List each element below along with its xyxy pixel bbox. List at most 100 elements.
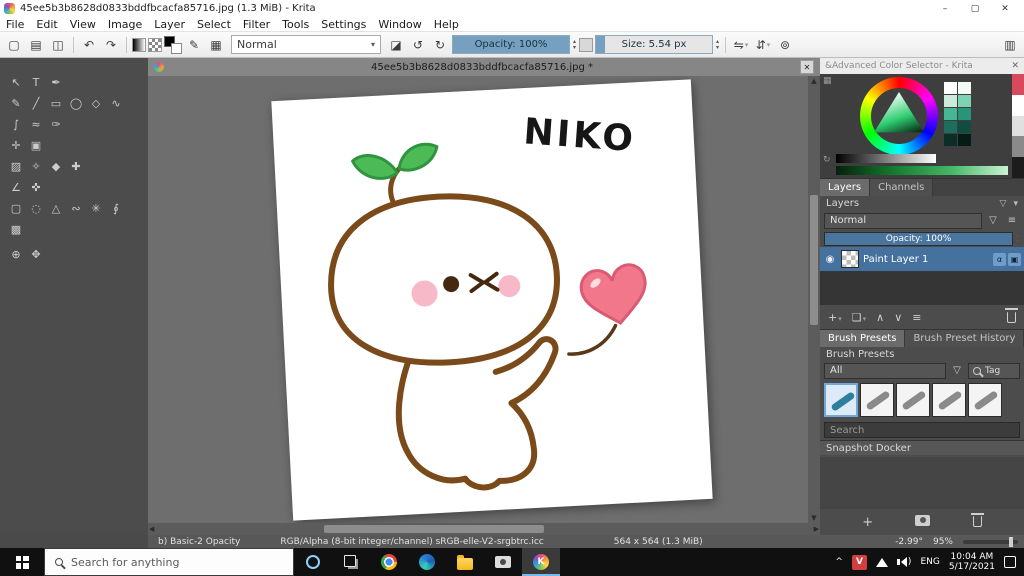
fg-bg-color-selector[interactable]	[164, 35, 182, 54]
opacity-slider[interactable]: Opacity: 100%	[452, 35, 570, 54]
ellipse-select-tool[interactable]: ◌	[26, 200, 46, 217]
canvas-viewport[interactable]: NIKO	[148, 76, 808, 523]
taskbar-search-input[interactable]: Search for anything	[44, 548, 294, 576]
color-triangle[interactable]	[874, 92, 924, 133]
edge-button[interactable]	[408, 548, 446, 576]
duplicate-layer-button[interactable]: ❏▾	[852, 311, 866, 324]
chrome-button[interactable]	[370, 548, 408, 576]
menu-item[interactable]: Filter	[237, 18, 276, 31]
tab-brush-presets[interactable]: Brush Presets	[820, 330, 906, 347]
delete-snapshot-button[interactable]	[970, 512, 984, 531]
layer-opacity-spinner[interactable]: ▴ ▾	[1015, 232, 1020, 245]
new-document-button[interactable]: ▢	[4, 35, 24, 55]
delete-layer-button[interactable]	[1005, 308, 1018, 326]
filter-icon[interactable]: ▽	[1000, 199, 1007, 209]
brush-size-slider[interactable]: Size: 5.54 px	[595, 35, 714, 54]
color-strip-segment[interactable]	[1012, 157, 1024, 178]
move-tool[interactable]: ✛	[6, 137, 26, 154]
move-layer-up-button[interactable]: ∧	[876, 311, 884, 324]
freehand-path-tool[interactable]: ≈	[26, 116, 46, 133]
crop-tool[interactable]: ▣	[26, 137, 46, 154]
menu-item[interactable]: Layer	[148, 18, 191, 31]
color-sampler-tool[interactable]: ✧	[26, 158, 46, 175]
color-swatch[interactable]	[944, 134, 957, 146]
polyline-tool[interactable]: ∿	[106, 95, 126, 112]
zoom-level-label[interactable]: 95%	[933, 537, 953, 547]
visibility-eye-icon[interactable]: ◉	[823, 254, 837, 265]
close-icon[interactable]: ✕	[1011, 61, 1019, 71]
mirror-vertical-button[interactable]: ⇵ ▾	[753, 35, 773, 55]
layer-options-icon[interactable]: ≡	[1004, 213, 1020, 229]
close-document-icon[interactable]: ✕	[800, 60, 814, 74]
zoom-slider[interactable]	[963, 536, 1018, 547]
gradient-chooser[interactable]	[132, 37, 146, 52]
close-button[interactable]: ✕	[990, 4, 1020, 14]
line-tool[interactable]: ╱	[26, 95, 46, 112]
file-explorer-button[interactable]	[446, 548, 484, 576]
brush-preset-tile[interactable]	[860, 383, 894, 417]
zoom-slider-thumb[interactable]	[1009, 536, 1013, 547]
tab-brush-history[interactable]: Brush Preset History	[905, 330, 1024, 347]
color-strip-segment[interactable]	[1012, 74, 1024, 95]
menu-item[interactable]: Image	[102, 18, 148, 31]
menu-item[interactable]: Settings	[315, 18, 372, 31]
color-strip-segment[interactable]	[1012, 115, 1024, 137]
opacity-spinner[interactable]: ▴ ▾	[572, 38, 577, 51]
brush-editor-button[interactable]: ✎	[184, 35, 204, 55]
brush-search-input[interactable]	[824, 422, 1020, 438]
origin-button[interactable]: ⊚	[775, 35, 795, 55]
color-strip-segment[interactable]	[1012, 94, 1024, 116]
alpha-lock-icon[interactable]: α	[993, 252, 1006, 266]
brush-presets-button[interactable]: ▦	[206, 35, 226, 55]
brush-filter-select[interactable]: All ▾	[824, 362, 946, 379]
layer-properties-button[interactable]: ≡	[912, 311, 921, 324]
measure-tool[interactable]: ∠	[6, 179, 26, 196]
bezier-select-tool[interactable]: ∮	[106, 200, 126, 217]
volume-icon[interactable]: )	[896, 557, 911, 567]
brush-preset-tile[interactable]	[968, 383, 1002, 417]
color-swatch[interactable]	[958, 95, 971, 107]
shade-selector-icon[interactable]: ▦	[823, 76, 832, 86]
hidden-icons-chevron[interactable]: ^	[835, 557, 843, 567]
add-layer-button[interactable]: +▾	[828, 311, 842, 324]
polygon-tool[interactable]: ◇	[86, 95, 106, 112]
color-swatch[interactable]	[944, 82, 957, 94]
color-swatch[interactable]	[944, 95, 957, 107]
fill-tool[interactable]: ◆	[46, 158, 66, 175]
minimize-button[interactable]: –	[930, 4, 960, 14]
menu-item[interactable]: View	[64, 18, 102, 31]
tag-search-box[interactable]: Tag	[968, 362, 1020, 379]
canvas[interactable]: NIKO	[271, 79, 713, 521]
cortana-button[interactable]	[294, 548, 332, 576]
reload-preset-button[interactable]: ↺	[408, 35, 428, 55]
color-swatch[interactable]	[958, 121, 971, 133]
layer-thumbnail[interactable]	[841, 250, 859, 268]
blend-mode-select[interactable]: Normal ▾	[231, 35, 381, 54]
menu-item[interactable]: Edit	[30, 18, 63, 31]
pattern-chooser[interactable]	[148, 37, 162, 52]
eraser-mode-button[interactable]: ◪	[386, 35, 406, 55]
camera-app-button[interactable]	[484, 548, 522, 576]
undo-button[interactable]: ↶	[79, 35, 99, 55]
color-wheel[interactable]	[860, 77, 938, 155]
layer-opacity-slider[interactable]: Opacity: 100%	[824, 231, 1013, 246]
color-swatch[interactable]	[944, 108, 957, 120]
layer-row[interactable]: ◉ Paint Layer 1 α ▣	[820, 247, 1024, 271]
brush-preset-tile[interactable]	[932, 383, 966, 417]
menu-item[interactable]: Tools	[276, 18, 315, 31]
hide-toolbars-button[interactable]: ▥	[1000, 35, 1020, 55]
chevron-down-icon[interactable]: ▾	[1013, 199, 1018, 209]
redo-button[interactable]: ↷	[101, 35, 121, 55]
scroll-up-icon[interactable]: ▲	[811, 77, 816, 85]
freehand-brush-tool[interactable]: ✎	[6, 95, 26, 112]
rect-select-tool[interactable]: ▢	[6, 200, 26, 217]
scroll-right-icon[interactable]: ▶	[814, 525, 819, 533]
alpha-inherit-icon[interactable]: ▣	[1008, 252, 1021, 266]
network-icon[interactable]	[875, 557, 888, 567]
menu-item[interactable]: File	[0, 18, 30, 31]
color-swatch[interactable]	[958, 82, 971, 94]
text-tool[interactable]: T	[26, 74, 46, 91]
magnetic-select-tool[interactable]: ▩	[6, 221, 26, 238]
horizontal-scrollbar[interactable]: ◀ ▶	[148, 523, 820, 535]
size-spinner[interactable]: ▴ ▾	[715, 38, 720, 51]
